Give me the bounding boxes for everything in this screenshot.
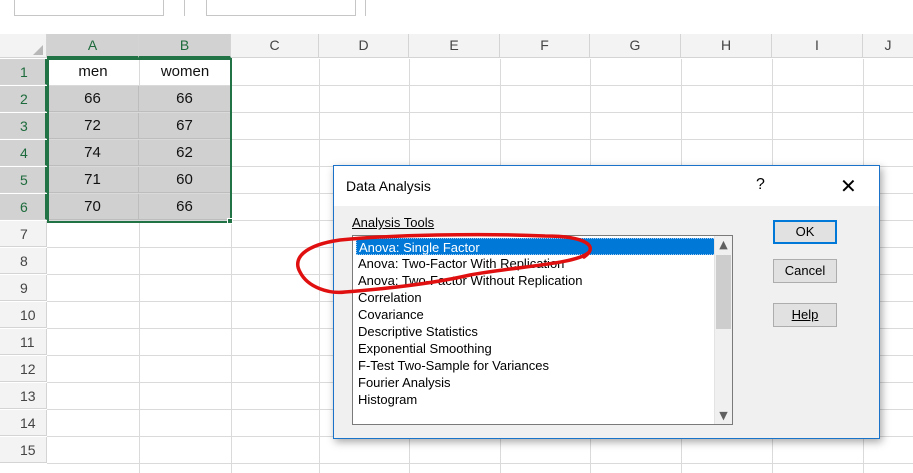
annotation-circle <box>296 232 592 295</box>
annotation-overlay <box>296 232 592 295</box>
